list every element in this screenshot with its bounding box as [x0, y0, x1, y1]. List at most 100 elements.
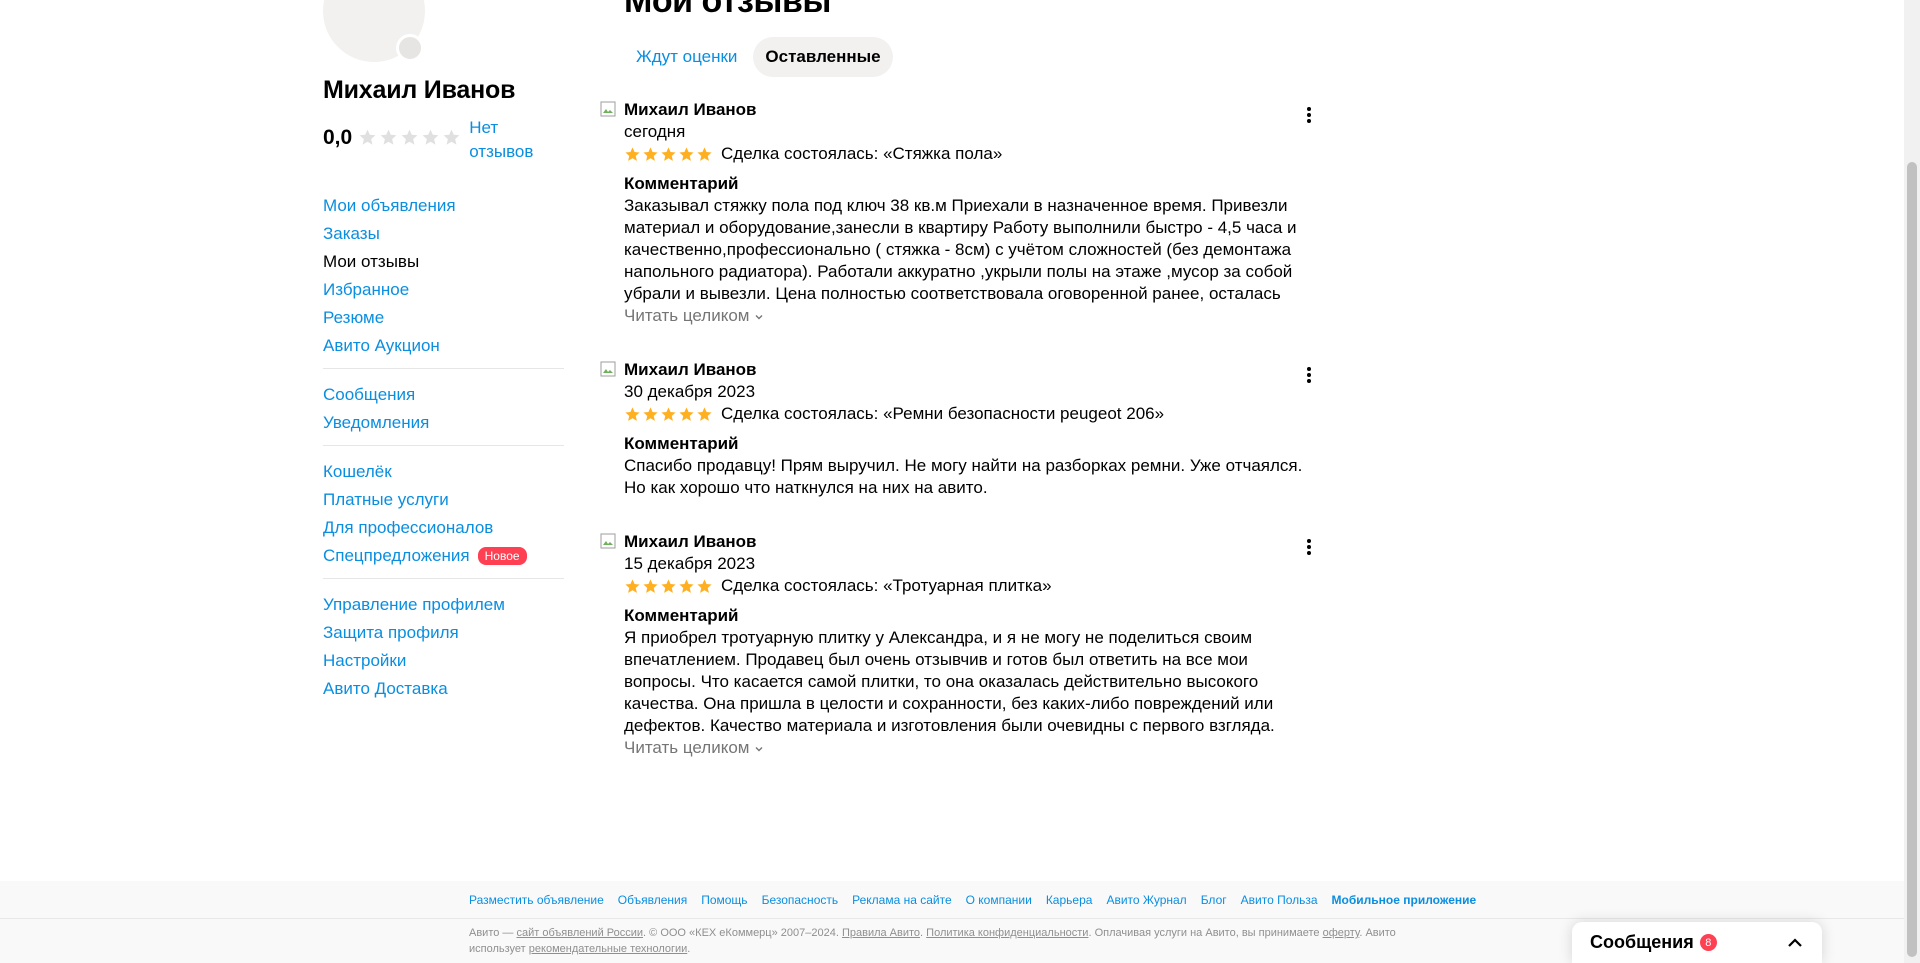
nav-group-finance: Кошелёк Платные услуги Для профессионало…: [323, 456, 564, 579]
comment-text: Я приобрел тротуарную плитку у Александр…: [624, 628, 1275, 735]
footer-link-blog[interactable]: Блог: [1201, 891, 1227, 909]
star-filled-icon: [625, 146, 640, 161]
star-filled-icon: [697, 406, 712, 421]
sidebar-item-wallet[interactable]: Кошелёк: [323, 458, 564, 486]
scrollbar-thumb[interactable]: [1907, 162, 1917, 957]
review-menu-button[interactable]: [1307, 539, 1311, 555]
sidebar-item-profile-management[interactable]: Управление профилем: [323, 591, 564, 619]
tab-left-reviews[interactable]: Оставленные: [753, 37, 893, 77]
legal-link-privacy[interactable]: Политика конфиденциальности: [926, 927, 1088, 939]
star-filled-icon: [643, 578, 658, 593]
star-empty-icon: [359, 129, 376, 145]
chevron-up-icon[interactable]: [1786, 934, 1804, 952]
sidebar-item-profile-protection[interactable]: Защита профиля: [323, 619, 564, 647]
footer-link-about[interactable]: О компании: [966, 891, 1032, 909]
legal-text: . Оплачивая услуги на Авито, вы принимае…: [1088, 927, 1323, 939]
star-filled-icon: [679, 406, 694, 421]
footer-link-ads[interactable]: Объявления: [618, 891, 687, 909]
sidebar-item-favorites[interactable]: Избранное: [323, 276, 564, 304]
profile-rating: 0,0 Нет отзывов: [323, 116, 549, 164]
legal-text: . © ООО «КЕХ еКоммерц» 2007–2024.: [643, 927, 842, 939]
footer-link-help[interactable]: Помощь: [701, 891, 747, 909]
nav-group-main: Мои объявления Заказы Мои отзывы Избранн…: [323, 190, 564, 369]
new-badge: Новое: [477, 547, 527, 565]
sidebar-item-my-reviews[interactable]: Мои отзывы: [323, 248, 564, 276]
rating-stars: [358, 128, 461, 147]
sidebar-nav: Мои объявления Заказы Мои отзывы Избранн…: [323, 190, 564, 721]
deal-text: Сделка состоялась: «Ремни безопасности p…: [721, 404, 1165, 423]
nav-group-messages: Сообщения Уведомления: [323, 379, 564, 446]
review-author[interactable]: Михаил Иванов: [624, 359, 1314, 381]
review-date: сегодня: [624, 122, 686, 141]
reviews-tabs: Ждут оценки Оставленные: [624, 37, 893, 77]
legal-link-recommendations[interactable]: рекомендательные технологии: [529, 943, 688, 955]
sidebar-item-settings[interactable]: Настройки: [323, 647, 564, 675]
star-empty-icon: [401, 129, 418, 145]
nav-group-settings: Управление профилем Защита профиля Настр…: [323, 589, 564, 711]
legal-text: .: [687, 943, 691, 955]
sidebar-item-avito-delivery[interactable]: Авито Доставка: [323, 675, 564, 703]
sidebar-item-my-ads[interactable]: Мои объявления: [323, 192, 564, 220]
reviewer-avatar-icon[interactable]: [600, 361, 616, 377]
star-filled-icon: [643, 406, 658, 421]
review-menu-button[interactable]: [1307, 367, 1311, 383]
review-date: 15 декабря 2023: [624, 554, 756, 573]
legal-link-site[interactable]: сайт объявлений России: [516, 927, 643, 939]
star-filled-icon: [697, 578, 712, 593]
review-card: Михаил Иванов 15 декабря 2023 Сделка сос…: [600, 531, 1320, 761]
star-filled-icon: [625, 406, 640, 421]
comment-text: Заказывал стяжку пола под ключ 38 кв.м П…: [624, 196, 1297, 303]
comment-title: Комментарий: [624, 606, 739, 625]
footer-legal: Авито — сайт объявлений России. © ООО «К…: [469, 925, 1439, 957]
review-content: Михаил Иванов сегодня Сделка состоялась:…: [624, 99, 1314, 327]
chevron-down-icon: [755, 315, 762, 320]
footer-link-safety[interactable]: Безопасность: [762, 891, 839, 909]
chevron-down-icon: [755, 747, 762, 752]
star-empty-icon: [380, 129, 397, 145]
page-title: Мои отзывы: [624, 0, 831, 20]
footer-link-career[interactable]: Карьера: [1046, 891, 1093, 909]
avatar-status-badge: [396, 34, 424, 62]
sidebar-item-orders[interactable]: Заказы: [323, 220, 564, 248]
sidebar-item-special-offers[interactable]: Спецпредложения Новое: [323, 542, 564, 570]
footer-link-advertising[interactable]: Реклама на сайте: [852, 891, 952, 909]
review-stars: [624, 146, 713, 163]
review-deal: Сделка состоялась: «Стяжка пола»: [624, 143, 1314, 165]
footer-link-journal[interactable]: Авито Журнал: [1106, 891, 1186, 909]
messenger-widget[interactable]: Сообщения 8: [1572, 922, 1822, 963]
legal-text: Авито —: [469, 927, 517, 939]
review-author[interactable]: Михаил Иванов: [624, 99, 1314, 121]
review-date: 30 декабря 2023: [624, 382, 756, 401]
footer-link-benefit[interactable]: Авито Польза: [1241, 891, 1318, 909]
review-content: Михаил Иванов 15 декабря 2023 Сделка сос…: [624, 531, 1314, 759]
tab-awaiting-rating[interactable]: Ждут оценки: [624, 37, 749, 77]
legal-link-offer[interactable]: оферту: [1323, 927, 1360, 939]
sidebar-item-auction[interactable]: Авито Аукцион: [323, 332, 564, 360]
page-scrollbar[interactable]: [1904, 0, 1920, 963]
sidebar-item-resume[interactable]: Резюме: [323, 304, 564, 332]
sidebar-item-messages[interactable]: Сообщения: [323, 381, 564, 409]
review-menu-button[interactable]: [1307, 107, 1311, 123]
legal-link-rules[interactable]: Правила Авито: [842, 927, 920, 939]
star-empty-icon: [443, 129, 460, 145]
footer-link-mobile-app[interactable]: Мобильное приложение: [1332, 891, 1477, 909]
star-filled-icon: [697, 146, 712, 161]
sidebar-item-notifications[interactable]: Уведомления: [323, 409, 564, 437]
sidebar-item-for-professionals[interactable]: Для профессионалов: [323, 514, 564, 542]
sidebar-item-paid-services[interactable]: Платные услуги: [323, 486, 564, 514]
unread-count-badge: 8: [1699, 934, 1717, 951]
read-more-link[interactable]: Читать целиком: [624, 305, 1314, 327]
messenger-title: Сообщения: [1590, 932, 1694, 952]
footer-divider: [0, 918, 1904, 919]
reviewer-avatar-icon[interactable]: [600, 533, 616, 549]
review-author[interactable]: Михаил Иванов: [624, 531, 1314, 553]
star-filled-icon: [625, 578, 640, 593]
star-filled-icon: [661, 578, 676, 593]
footer-link-post-ad[interactable]: Разместить объявление: [469, 891, 604, 909]
no-reviews-link[interactable]: Нет отзывов: [469, 116, 549, 164]
read-more-label: Читать целиком: [624, 738, 750, 757]
reviewer-avatar-icon[interactable]: [600, 101, 616, 117]
star-filled-icon: [679, 146, 694, 161]
read-more-link[interactable]: Читать целиком: [624, 737, 1314, 759]
review-stars: [624, 578, 713, 595]
